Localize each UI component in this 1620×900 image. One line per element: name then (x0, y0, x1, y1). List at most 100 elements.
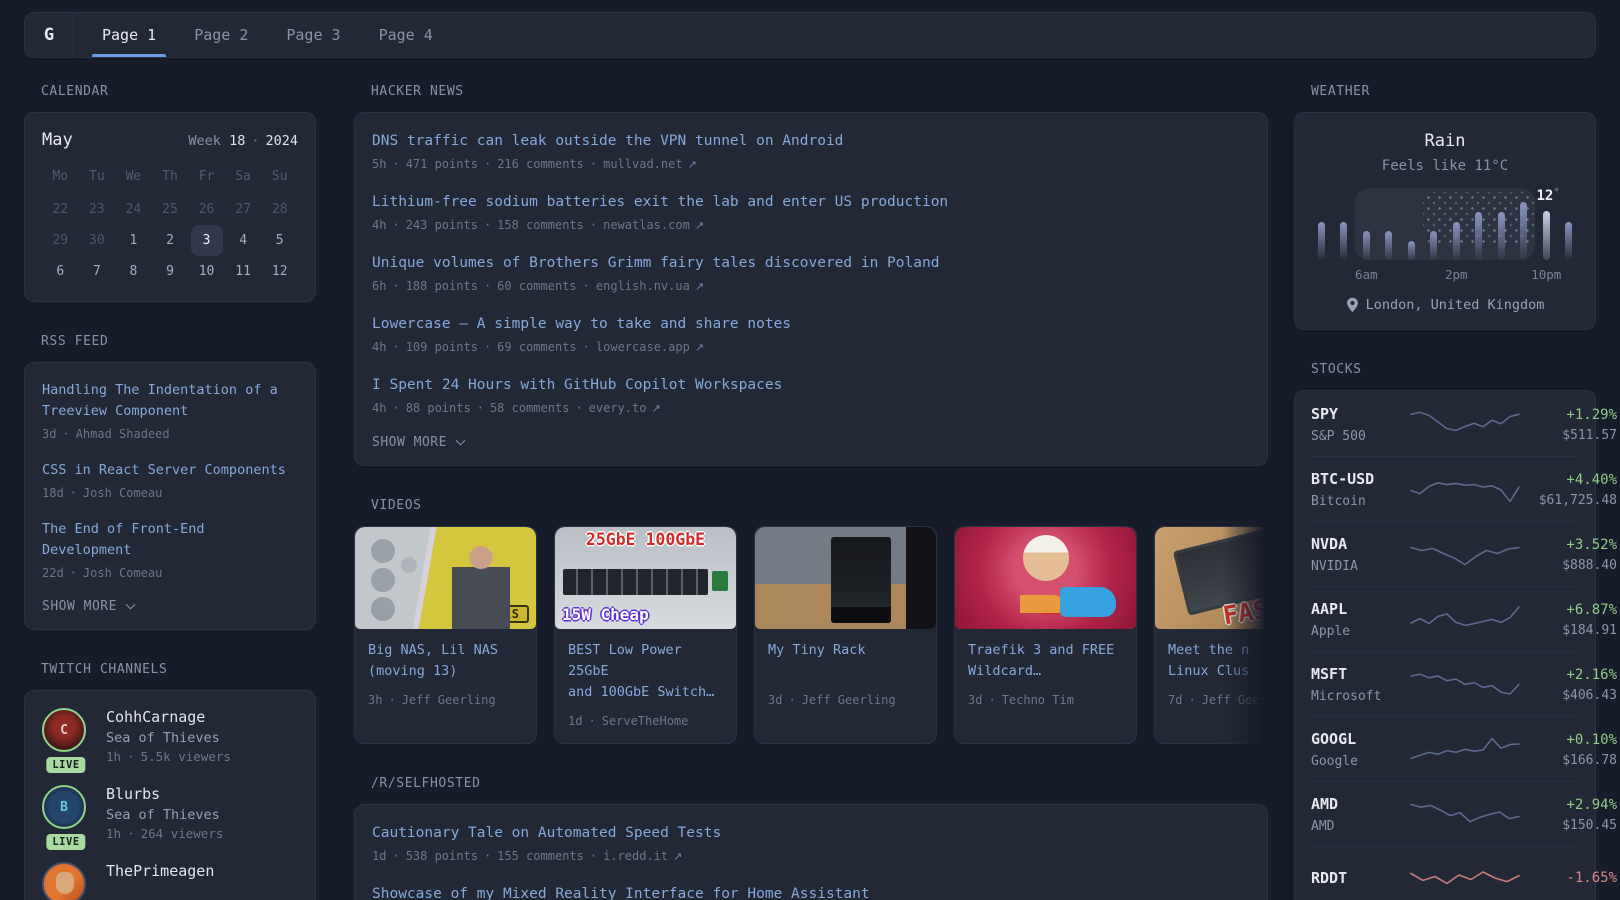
calendar-days: 222324252627282930123456789101112 (42, 194, 298, 287)
weather-bar (1408, 241, 1415, 260)
stream-duration: 1h (106, 826, 121, 841)
post-domain-link[interactable]: lowercase.app (596, 340, 690, 354)
video-thumbnail-traefik[interactable] (955, 527, 1136, 629)
post-age: 18d (42, 486, 64, 500)
post-link[interactable]: DNS traffic can leak outside the VPN tun… (372, 130, 1250, 152)
post-link[interactable]: I Spent 24 Hours with GitHub Copilot Wor… (372, 374, 1250, 396)
post-domain-link[interactable]: i.redd.it (603, 849, 668, 863)
video-channel: Techno Tim (1002, 693, 1074, 707)
stock-price: $150.45 (1521, 818, 1617, 833)
stock-values: +0.10%$166.78 (1521, 732, 1617, 768)
video-age: 3d (768, 693, 782, 707)
video-card[interactable]: My Tiny Rack3d·Jeff Geerling (754, 526, 937, 744)
video-title[interactable]: Big NAS, Lil NAS(moving 13) (368, 640, 523, 682)
selfhosted-item: Showcase of my Mixed Reality Interface f… (372, 883, 1250, 900)
video-meta: 7d·Jeff Geerling (1168, 691, 1268, 709)
channel-name[interactable]: CohhCarnage (106, 708, 231, 726)
stock-row[interactable]: SPYS&P 500+1.29%$511.57 (1311, 392, 1579, 456)
post-meta: 4h·109 points·69 comments·lowercase.app↗ (372, 338, 1250, 357)
stock-row[interactable]: RDDT-1.65% (1311, 846, 1579, 900)
weather-card: Rain Feels like 11°C 12°6am2pm10pm Londo… (1294, 112, 1596, 330)
post-domain-link[interactable]: english.nv.ua (596, 279, 690, 293)
avatar-letter: C (60, 723, 68, 738)
video-thumbnail-lilnas[interactable]: LIL NAS (355, 527, 536, 629)
channel-name[interactable]: Blurbs (106, 785, 223, 803)
section-label-calendar: CALENDAR (41, 84, 316, 99)
stock-row[interactable]: GOOGLGoogle+0.10%$166.78 (1311, 716, 1579, 781)
tab-page-4[interactable]: Page 4 (373, 13, 439, 57)
topbar: G Page 1 Page 2 Page 3 Page 4 (24, 12, 1596, 58)
sparkline-chart (1409, 537, 1521, 573)
post-link[interactable]: Unique volumes of Brothers Grimm fairy t… (372, 252, 1250, 274)
stock-name: Google (1311, 754, 1409, 769)
video-age: 3d (968, 693, 982, 707)
twitch-channel-row[interactable]: ThePrimeagen (42, 862, 298, 900)
tab-page-3[interactable]: Page 3 (280, 13, 346, 57)
rss-show-more-button[interactable]: SHOW MORE (42, 599, 298, 614)
video-title[interactable]: Traefik 3 and FREEWildcard… (968, 640, 1123, 682)
tab-page-1[interactable]: Page 1 (96, 13, 162, 57)
video-thumbnail-board[interactable]: FAS (1155, 527, 1268, 629)
stream-viewers: 264 viewers (141, 826, 224, 841)
stock-name: NVIDIA (1311, 559, 1409, 574)
stock-row[interactable]: AMDAMD+2.94%$150.45 (1311, 781, 1579, 846)
twitch-channel-row[interactable]: CLIVECohhCarnageSea of Thieves1h·5.5k vi… (42, 708, 298, 766)
post-domain-link[interactable]: newatlas.com (603, 218, 690, 232)
video-title[interactable]: Meet the nLinux Clus (1168, 640, 1268, 682)
twitch-channel-row[interactable]: BLIVEBlurbsSea of Thieves1h·264 viewers (42, 785, 298, 843)
hackernews-show-more-button[interactable]: SHOW MORE (372, 435, 1250, 450)
video-title[interactable]: My Tiny Rack (768, 640, 923, 682)
post-domain-link[interactable]: mullvad.net (603, 157, 682, 171)
video-card[interactable]: FAS Meet the nLinux Clus 7d·Jeff Geerling (1154, 526, 1268, 744)
post-link[interactable]: Lithium-free sodium batteries exit the l… (372, 191, 1250, 213)
video-thumbnail-rack[interactable] (755, 527, 936, 629)
hackernews-card: DNS traffic can leak outside the VPN tun… (354, 112, 1268, 466)
post-link[interactable]: Cautionary Tale on Automated Speed Tests (372, 822, 1250, 844)
chevron-down-icon (126, 600, 136, 610)
stock-symbol: BTC-USD (1311, 470, 1409, 488)
post-link[interactable]: The End of Front-End Development (42, 519, 288, 561)
post-link[interactable]: CSS in React Server Components (42, 460, 288, 481)
video-card[interactable]: LIL NASBig NAS, Lil NAS(moving 13)3h·Jef… (354, 526, 537, 744)
time-axis-label: 6am (1355, 267, 1378, 282)
video-channel: Jeff Geerling (1202, 693, 1268, 707)
channel-info: ThePrimeagen (106, 862, 214, 900)
channel-name[interactable]: ThePrimeagen (106, 862, 214, 880)
separator-dot: · (484, 279, 491, 293)
sparkline-chart (1409, 472, 1521, 508)
separator-dot: · (575, 401, 582, 415)
avatar: C (42, 708, 86, 752)
show-more-label: SHOW MORE (372, 435, 447, 450)
video-thumbnail-switch[interactable]: 25GbE 100GbE15W Cheap (555, 527, 736, 629)
post-age: 4h (372, 401, 386, 415)
stock-row[interactable]: NVDANVIDIA+3.52%$888.40 (1311, 521, 1579, 586)
post-age: 1d (372, 849, 386, 863)
stock-symbol: GOOGL (1311, 730, 1409, 748)
stock-id: RDDT (1311, 869, 1409, 887)
location-pin-icon (1346, 297, 1359, 313)
video-card[interactable]: 25GbE 100GbE15W Cheap BEST Low Power 25Gb… (554, 526, 737, 744)
calendar-day: 28 (264, 194, 296, 225)
stock-price: $511.57 (1521, 428, 1617, 443)
calendar-month: May (42, 130, 73, 150)
separator-dot: · (484, 157, 491, 171)
stock-row[interactable]: BTC-USDBitcoin+4.40%$61,725.48 (1311, 456, 1579, 521)
separator-dot: · (392, 218, 399, 232)
stock-row[interactable]: AAPLApple+6.87%$184.91 (1311, 586, 1579, 651)
post-domain-link[interactable]: every.to (589, 401, 647, 415)
post-points: 243 points (406, 218, 478, 232)
app-logo[interactable]: G (25, 13, 74, 57)
live-badge: LIVE (46, 757, 85, 773)
post-link[interactable]: Showcase of my Mixed Reality Interface f… (372, 883, 1250, 900)
weekday-label: Sa (225, 165, 262, 188)
weather-bar (1498, 212, 1505, 260)
live-badge: LIVE (46, 834, 85, 850)
post-link[interactable]: Handling The Indentation of a Treeview C… (42, 380, 288, 422)
video-card[interactable]: Traefik 3 and FREEWildcard…3d·Techno Tim (954, 526, 1137, 744)
stock-change: -1.65% (1521, 870, 1617, 886)
post-meta: 5h·471 points·216 comments·mullvad.net↗ (372, 155, 1250, 174)
stock-row[interactable]: MSFTMicrosoft+2.16%$406.43 (1311, 651, 1579, 716)
video-title[interactable]: BEST Low Power 25GbEand 100GbE Switch… (568, 640, 723, 703)
post-link[interactable]: Lowercase – A simple way to take and sha… (372, 313, 1250, 335)
tab-page-2[interactable]: Page 2 (188, 13, 254, 57)
